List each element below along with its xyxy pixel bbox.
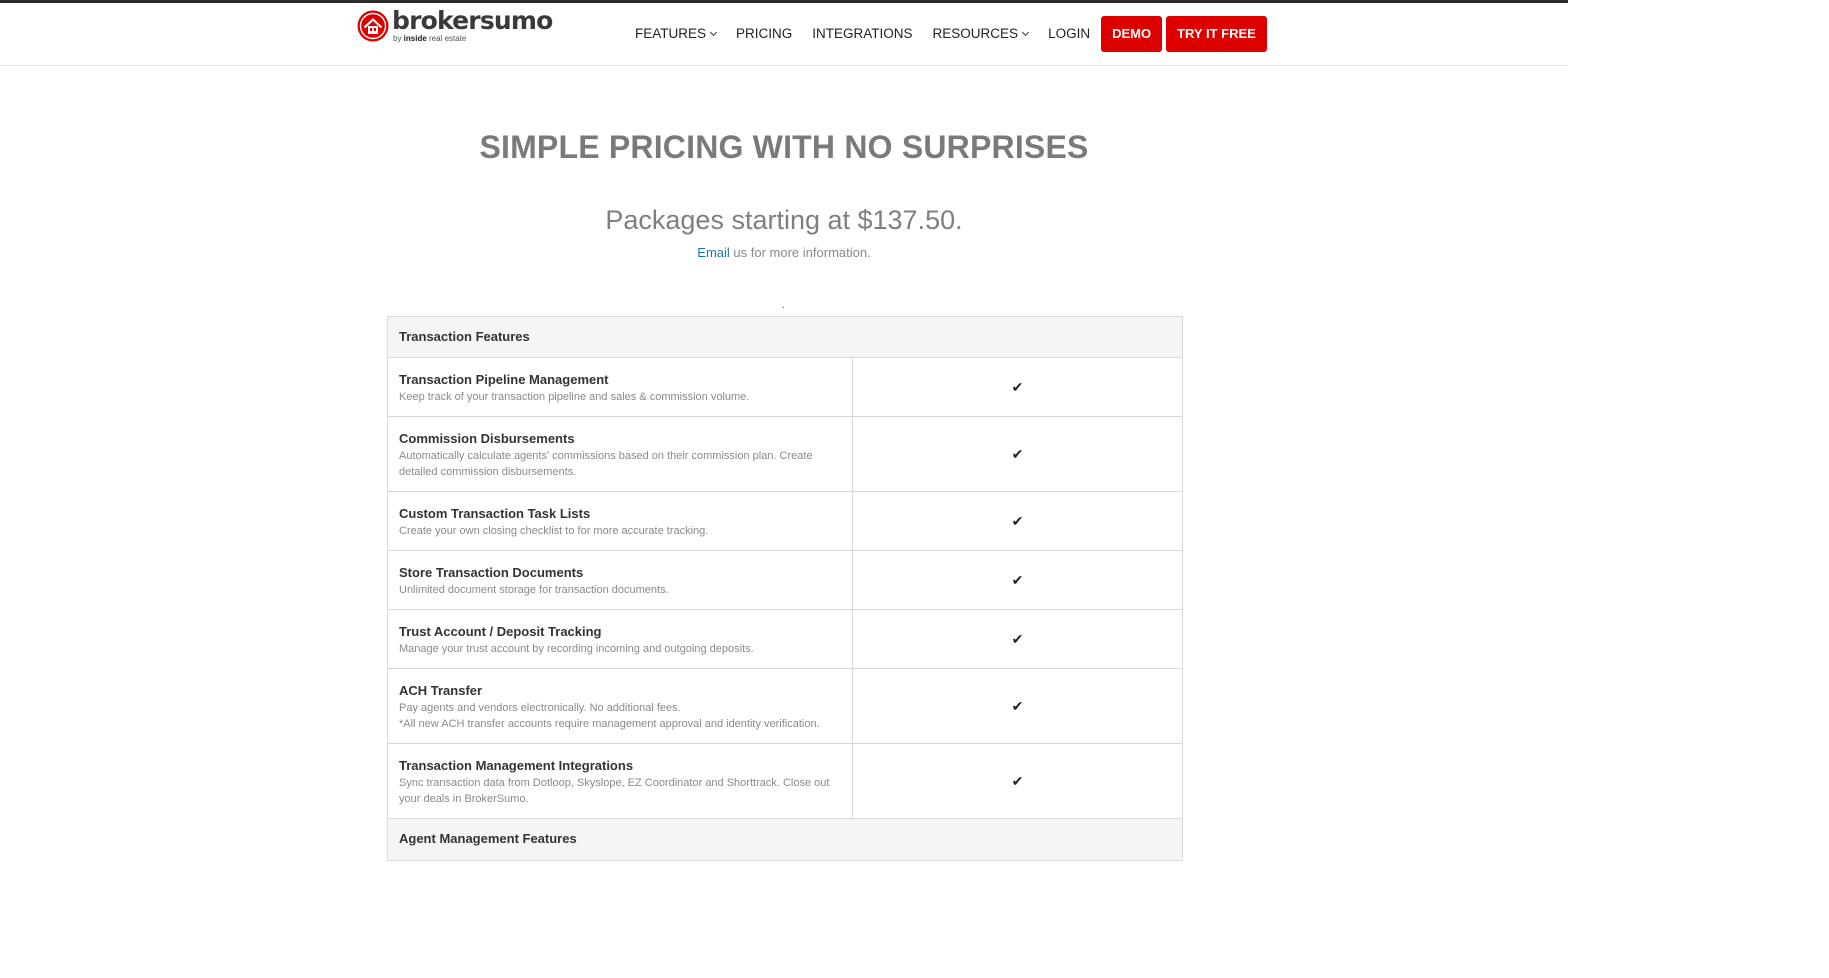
feature-cell: Store Transaction Documents Unlimited do… xyxy=(388,551,853,609)
nav-integrations[interactable]: INTEGRATIONS xyxy=(812,16,912,52)
feature-description: Sync transaction data from Dotloop, Skys… xyxy=(399,777,830,805)
checkmark-icon: ✔ xyxy=(1011,512,1024,529)
byline-prefix: by xyxy=(393,34,404,43)
nav-resources-label: RESOURCES xyxy=(932,26,1019,41)
nav-pricing[interactable]: PRICING xyxy=(736,16,792,52)
chevron-down-icon xyxy=(1022,28,1030,37)
checkmark-icon: ✔ xyxy=(1011,697,1024,714)
feature-title: Commission Disbursements xyxy=(399,431,575,446)
feature-description: Keep track of your transaction pipeline … xyxy=(399,391,750,403)
feature-description-line: Pay agents and vendors electronically. N… xyxy=(399,702,681,714)
feature-title: Custom Transaction Task Lists xyxy=(399,506,591,521)
checkmark-icon: ✔ xyxy=(1011,378,1024,395)
checkmark-icon: ✔ xyxy=(1011,772,1024,789)
stray-dot: . xyxy=(782,300,785,311)
email-link[interactable]: Email xyxy=(697,245,730,260)
table-row: Store Transaction Documents Unlimited do… xyxy=(387,551,1183,610)
feature-title: Transaction Pipeline Management xyxy=(399,372,609,387)
feature-cell: ACH Transfer Pay agents and vendors elec… xyxy=(388,669,853,743)
section-header-agent-management-features: Agent Management Features xyxy=(387,819,1183,861)
feature-cell: Trust Account / Deposit Tracking Manage … xyxy=(388,610,853,668)
feature-cell: Custom Transaction Task Lists Create you… xyxy=(388,492,853,550)
pricing-subtitle: Packages starting at $137.50. xyxy=(605,205,963,235)
included-cell: ✔ xyxy=(853,669,1182,743)
table-row: Custom Transaction Task Lists Create you… xyxy=(387,492,1183,551)
feature-cell: Transaction Management Integrations Sync… xyxy=(388,744,853,818)
checkmark-icon: ✔ xyxy=(1011,630,1024,647)
included-cell: ✔ xyxy=(853,744,1182,818)
checkmark-icon: ✔ xyxy=(1011,571,1024,588)
feature-cell: Commission Disbursements Automatically c… xyxy=(388,417,853,491)
nav-resources[interactable]: RESOURCES xyxy=(932,16,1030,52)
chevron-down-icon xyxy=(709,28,718,37)
demo-button[interactable]: DEMO xyxy=(1101,16,1163,52)
table-row: Trust Account / Deposit Tracking Manage … xyxy=(387,610,1183,669)
brand-name: brokersumo xyxy=(392,6,553,35)
main-nav: FEATURES PRICING INTEGRATIONS RESOURCES … xyxy=(635,16,1267,52)
house-logo-icon xyxy=(357,10,389,42)
nav-features[interactable]: FEATURES xyxy=(635,16,718,52)
checkmark-icon: ✔ xyxy=(1011,445,1024,462)
section-header-transaction-features: Transaction Features xyxy=(387,316,1183,358)
feature-description: Unlimited document storage for transacti… xyxy=(399,584,669,596)
feature-title: ACH Transfer xyxy=(399,683,483,698)
brokersumo-logo[interactable]: brokersumo by inside real estate xyxy=(357,8,553,43)
feature-title: Trust Account / Deposit Tracking xyxy=(399,624,602,639)
feature-title: Transaction Management Integrations xyxy=(399,758,634,773)
feature-title: Store Transaction Documents xyxy=(399,565,584,580)
feature-description: Pay agents and vendors electronically. N… xyxy=(399,700,841,732)
brand-byline: by inside real estate xyxy=(392,34,553,43)
feature-cell: Transaction Pipeline Management Keep tra… xyxy=(388,358,853,416)
included-cell: ✔ xyxy=(853,551,1182,609)
included-cell: ✔ xyxy=(853,492,1182,550)
feature-description-note: *All new ACH transfer accounts require m… xyxy=(399,718,820,730)
feature-description: Manage your trust account by recording i… xyxy=(399,643,754,655)
feature-description: Automatically calculate agents' commissi… xyxy=(399,450,813,478)
table-row: Transaction Pipeline Management Keep tra… xyxy=(387,358,1183,417)
pricing-feature-table: Transaction Features Transaction Pipelin… xyxy=(387,316,1183,861)
table-row: ACH Transfer Pay agents and vendors elec… xyxy=(387,669,1183,744)
page-title: SIMPLE PRICING WITH NO SURPRISES xyxy=(479,129,1089,165)
included-cell: ✔ xyxy=(853,417,1182,491)
byline-brand: inside xyxy=(403,34,427,43)
nav-features-label: FEATURES xyxy=(635,26,707,41)
table-row: Transaction Management Integrations Sync… xyxy=(387,744,1183,819)
feature-description: Create your own closing checklist to for… xyxy=(399,525,709,537)
email-info-text: us for more information. xyxy=(729,245,871,260)
email-info: Email us for more information. xyxy=(0,245,1568,260)
site-header: brokersumo by inside real estate FEATURE… xyxy=(0,3,1568,66)
table-row: Commission Disbursements Automatically c… xyxy=(387,417,1183,492)
included-cell: ✔ xyxy=(853,358,1182,416)
try-it-free-button[interactable]: TRY IT FREE xyxy=(1166,16,1267,52)
included-cell: ✔ xyxy=(853,610,1182,668)
nav-login[interactable]: LOGIN xyxy=(1048,16,1090,52)
byline-suffix: real estate xyxy=(426,34,467,43)
